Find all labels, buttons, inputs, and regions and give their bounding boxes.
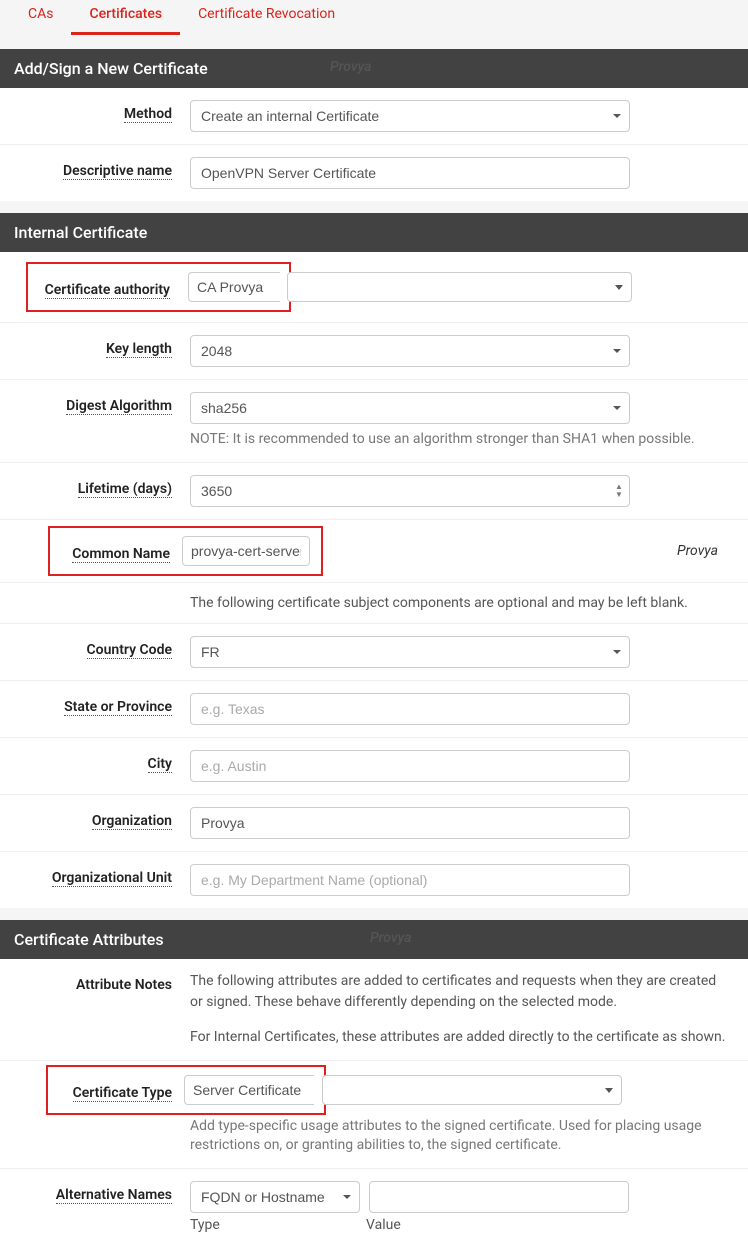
row-ou: Organizational Unit [0,852,748,908]
row-cn: Common Name Provya [0,520,748,583]
label-city: City [148,756,172,773]
watermark-cn: Provya [677,543,718,559]
input-lifetime[interactable] [190,475,630,507]
select-ca-right[interactable] [287,272,632,302]
section-attrs-header: Certificate Attributes Provya [0,920,748,959]
digest-note: NOTE: It is recommended to use an algori… [190,430,728,450]
label-descname: Descriptive name [63,163,172,180]
input-alt-value[interactable] [369,1181,629,1213]
tab-revocation[interactable]: Certificate Revocation [180,0,353,35]
select-alt-type[interactable]: FQDN or Hostname [190,1181,360,1213]
label-keylen: Key length [106,341,172,358]
input-cn[interactable] [182,536,310,566]
row-optional-note: The following certificate subject compon… [0,583,748,624]
label-cn: Common Name [72,546,170,563]
row-descname: Descriptive name [0,145,748,201]
sublabel-type: Type [190,1217,366,1233]
input-org[interactable] [190,807,630,839]
row-attr-notes: Attribute Notes The following attributes… [0,959,748,1061]
select-keylen[interactable]: 2048 [190,335,630,367]
input-city[interactable] [190,750,630,782]
row-lifetime: Lifetime (days) ▲▼ [0,463,748,520]
row-digest: Digest Algorithm sha256 NOTE: It is reco… [0,380,748,463]
row-city: City [0,738,748,795]
watermark-attrs: Provya [370,930,412,946]
row-keylen: Key length 2048 [0,323,748,380]
select-digest[interactable]: sha256 [190,392,630,424]
input-descname[interactable] [190,157,630,189]
tab-certificates[interactable]: Certificates [71,0,180,35]
row-method: Method Create an internal Certificate [0,88,748,145]
section-addsign-title: Add/Sign a New Certificate [14,59,208,78]
row-org: Organization [0,795,748,852]
label-cert-type: Certificate Type [73,1085,172,1102]
select-method[interactable]: Create an internal Certificate [190,100,630,132]
label-ca: Certificate authority [45,282,170,299]
highlight-ca: Certificate authority [26,262,291,312]
highlight-cert-type: Certificate Type [46,1065,326,1115]
select-cert-type-right[interactable] [322,1075,622,1105]
tab-cas[interactable]: CAs [10,0,71,35]
optional-note: The following certificate subject compon… [190,595,728,611]
section-attrs-title: Certificate Attributes [14,930,164,949]
label-alt-names: Alternative Names [56,1187,172,1204]
section-internal-title: Internal Certificate [14,223,147,242]
select-country[interactable]: FR [190,636,630,668]
attr-notes-1: The following attributes are added to ce… [190,971,728,1013]
tabs-bar: CAs Certificates Certificate Revocation [0,0,748,35]
label-org: Organization [92,813,172,830]
highlight-cn: Common Name [48,526,323,576]
input-ou[interactable] [190,864,630,896]
watermark: Provya [330,59,372,75]
label-digest: Digest Algorithm [66,398,172,415]
label-country: Country Code [87,642,173,659]
select-cert-type-left[interactable] [184,1075,314,1105]
label-ou: Organizational Unit [52,870,172,887]
label-attr-notes: Attribute Notes [76,977,172,993]
label-state: State or Province [64,699,172,716]
row-country: Country Code FR [0,624,748,681]
select-ca-left[interactable] [188,272,280,302]
label-method: Method [124,106,172,123]
cert-type-help: Add type-specific usage attributes to th… [190,1117,728,1156]
sublabel-value: Value [366,1217,401,1233]
attr-notes-2: For Internal Certificates, these attribu… [190,1027,728,1048]
label-lifetime: Lifetime (days) [78,481,172,498]
section-internal-header: Internal Certificate [0,213,748,252]
row-alt-names: Alternative Names FQDN or Hostname Type … [0,1169,748,1245]
section-addsign-header: Add/Sign a New Certificate Provya [0,49,748,88]
row-ca: Certificate authority [0,252,748,323]
lifetime-spinner[interactable]: ▲▼ [612,479,626,503]
input-state[interactable] [190,693,630,725]
row-state: State or Province [0,681,748,738]
row-cert-type-help: Add type-specific usage attributes to th… [0,1115,748,1169]
row-cert-type: Certificate Type [0,1061,748,1115]
